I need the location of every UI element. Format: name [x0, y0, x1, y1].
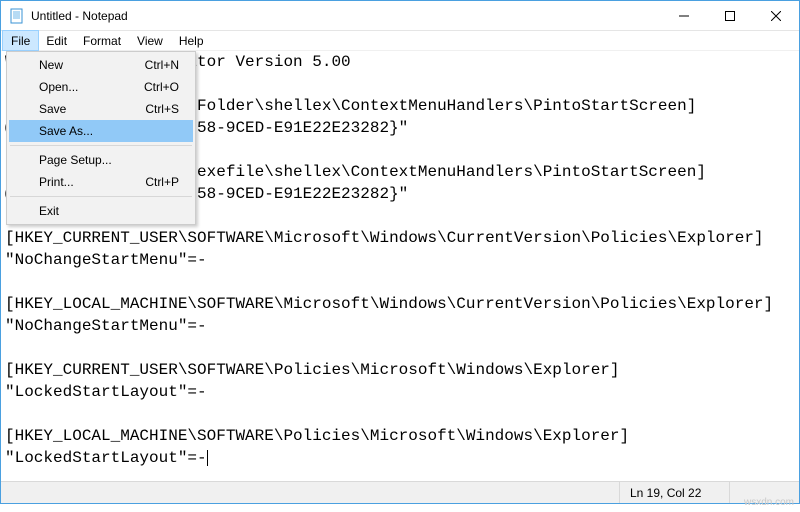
close-button[interactable]	[753, 1, 799, 31]
menu-file[interactable]: File	[3, 31, 38, 50]
menu-item-shortcut: Ctrl+O	[144, 80, 179, 94]
statusbar: Ln 19, Col 22	[1, 481, 799, 503]
menu-view[interactable]: View	[129, 31, 171, 50]
menu-item-label: New	[39, 58, 63, 72]
minimize-button[interactable]	[661, 1, 707, 31]
menu-edit[interactable]: Edit	[38, 31, 75, 50]
status-position: Ln 19, Col 22	[619, 482, 729, 503]
menu-item-shortcut: Ctrl+P	[145, 175, 179, 189]
menu-separator	[10, 196, 192, 197]
menu-item-label: Page Setup...	[39, 153, 112, 167]
menu-item-shortcut: Ctrl+N	[145, 58, 179, 72]
menu-item-label: Print...	[39, 175, 74, 189]
notepad-icon	[9, 8, 25, 24]
titlebar: Untitled - Notepad	[1, 1, 799, 31]
menu-format[interactable]: Format	[75, 31, 129, 50]
maximize-button[interactable]	[707, 1, 753, 31]
menu-separator	[10, 145, 192, 146]
watermark: wsxdn.com	[744, 497, 794, 508]
menu-help[interactable]: Help	[171, 31, 212, 50]
file-menu-dropdown: New Ctrl+N Open... Ctrl+O Save Ctrl+S Save As.…	[6, 51, 196, 225]
notepad-window: Untitled - Notepad FileEditFormatViewHel…	[0, 0, 800, 504]
file-menu-exit[interactable]: Exit	[9, 200, 193, 222]
file-menu-save-as[interactable]: Save As...	[9, 120, 193, 142]
file-menu-save[interactable]: Save Ctrl+S	[9, 98, 193, 120]
menu-item-label: Exit	[39, 204, 59, 218]
menu-item-label: Save As...	[39, 124, 93, 138]
file-menu-page-setup[interactable]: Page Setup...	[9, 149, 193, 171]
window-title: Untitled - Notepad	[31, 9, 128, 23]
menu-item-shortcut: Ctrl+S	[145, 102, 179, 116]
menu-item-label: Save	[39, 102, 66, 116]
menubar: FileEditFormatViewHelp	[1, 31, 799, 51]
file-menu-print[interactable]: Print... Ctrl+P	[9, 171, 193, 193]
file-menu-open[interactable]: Open... Ctrl+O	[9, 76, 193, 98]
menu-item-label: Open...	[39, 80, 78, 94]
file-menu-new[interactable]: New Ctrl+N	[9, 54, 193, 76]
